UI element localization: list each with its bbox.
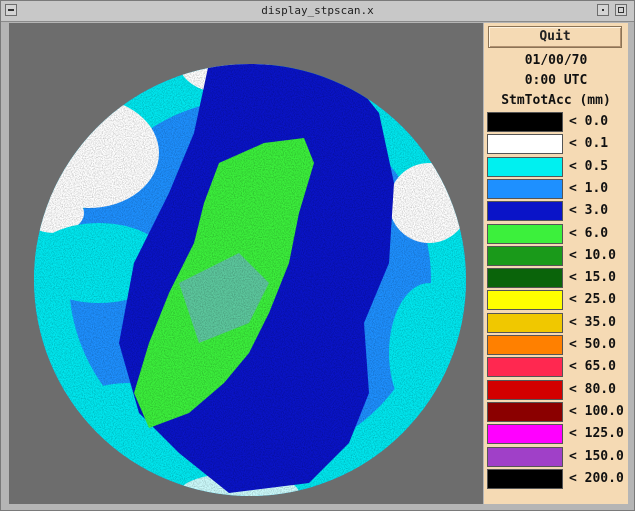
legend-swatch bbox=[487, 156, 563, 177]
legend-row: < 35.0 bbox=[487, 312, 628, 333]
legend-swatch bbox=[487, 446, 563, 467]
legend-row: < 0.5 bbox=[487, 156, 628, 177]
legend-row: < 80.0 bbox=[487, 379, 628, 400]
legend-label: < 10.0 bbox=[569, 247, 616, 263]
legend-label: < 1.0 bbox=[569, 180, 609, 196]
radar-image bbox=[34, 64, 466, 496]
legend-label: < 0.0 bbox=[569, 114, 609, 129]
legend-swatch bbox=[487, 312, 563, 333]
legend-label: < 125.0 bbox=[569, 426, 624, 442]
legend-label: < 0.5 bbox=[569, 158, 609, 174]
legend-row: < 50.0 bbox=[487, 335, 628, 355]
legend-swatch bbox=[487, 401, 563, 422]
time-label: 0:00 UTC bbox=[524, 73, 588, 88]
legend-row: < 65.0 bbox=[487, 357, 628, 378]
minimize-icon[interactable] bbox=[597, 4, 609, 16]
legend-row: < 100.0 bbox=[487, 401, 628, 422]
legend-swatch bbox=[487, 134, 563, 155]
legend-swatch bbox=[487, 335, 563, 355]
legend-label: < 35.0 bbox=[569, 314, 616, 330]
radar-display bbox=[9, 23, 483, 504]
window-title: display_stpscan.x bbox=[261, 4, 374, 17]
legend-swatch bbox=[487, 379, 563, 400]
field-label: StmTotAcc (mm) bbox=[501, 93, 611, 108]
legend-label: < 80.0 bbox=[569, 381, 616, 397]
legend-swatch bbox=[487, 178, 563, 199]
legend-label: < 200.0 bbox=[569, 470, 624, 486]
control-panel: Quit 01/00/70 0:00 UTC StmTotAcc (mm) < … bbox=[484, 23, 628, 504]
legend-label: < 150.0 bbox=[569, 448, 624, 464]
legend-label: < 100.0 bbox=[569, 403, 624, 419]
legend-row: < 25.0 bbox=[487, 290, 628, 311]
legend-swatch bbox=[487, 468, 563, 489]
legend-label: < 25.0 bbox=[569, 292, 616, 308]
legend-label: < 65.0 bbox=[569, 359, 616, 375]
legend-row: < 15.0 bbox=[487, 268, 628, 289]
maximize-icon[interactable] bbox=[615, 4, 627, 16]
legend-swatch bbox=[487, 357, 563, 378]
legend-label: < 15.0 bbox=[569, 270, 616, 286]
legend-row: < 0.1 bbox=[487, 134, 628, 155]
legend-swatch bbox=[487, 424, 563, 445]
legend-row: < 6.0 bbox=[487, 223, 628, 244]
app-window: display_stpscan.x Quit 01/00/70 0:00 UTC… bbox=[0, 0, 635, 511]
legend-row: < 200.0 bbox=[487, 468, 628, 489]
legend-row: < 10.0 bbox=[487, 245, 628, 266]
legend-swatch bbox=[487, 245, 563, 266]
legend-swatch bbox=[487, 112, 563, 132]
quit-button[interactable]: Quit bbox=[488, 26, 622, 48]
legend-swatch bbox=[487, 268, 563, 289]
legend-row: < 3.0 bbox=[487, 201, 628, 222]
legend-row: < 1.0 bbox=[487, 178, 628, 199]
legend-label: < 6.0 bbox=[569, 225, 609, 241]
legend-row: < 0.0 bbox=[487, 112, 628, 132]
legend-row: < 125.0 bbox=[487, 424, 628, 445]
legend-row: < 150.0 bbox=[487, 446, 628, 467]
legend-swatch bbox=[487, 290, 563, 311]
legend-swatch bbox=[487, 223, 563, 244]
legend-label: < 50.0 bbox=[569, 337, 616, 352]
legend-label: < 0.1 bbox=[569, 136, 609, 152]
window-bottom-border bbox=[1, 504, 634, 510]
legend-label: < 3.0 bbox=[569, 203, 609, 219]
date-label: 01/00/70 bbox=[524, 53, 588, 68]
legend-swatch bbox=[487, 201, 563, 222]
title-bar[interactable]: display_stpscan.x bbox=[1, 1, 634, 22]
